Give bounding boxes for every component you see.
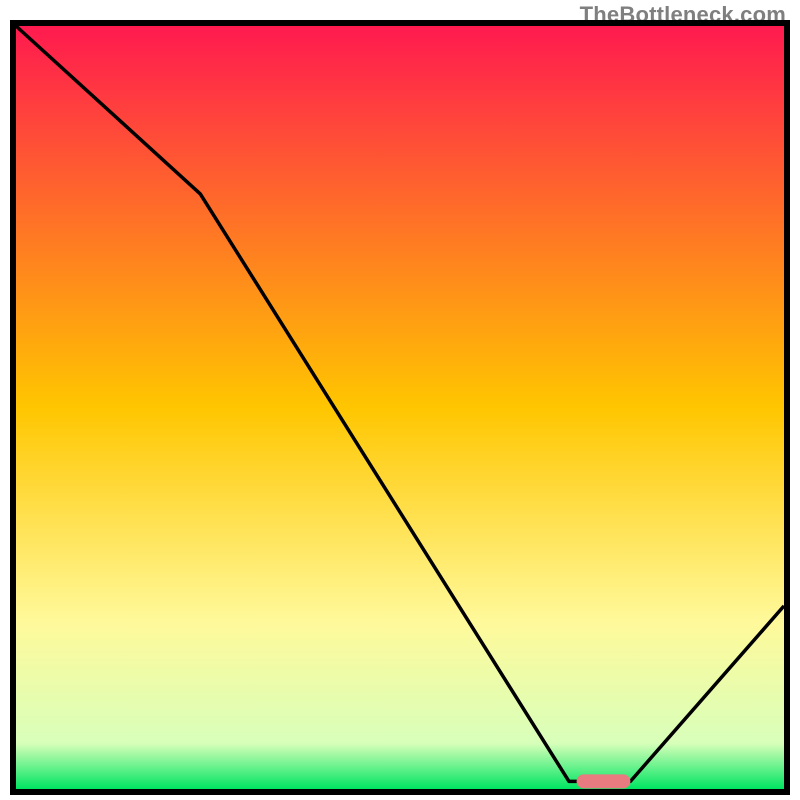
optimal-range-marker (577, 774, 631, 788)
chart-container: TheBottleneck.com (0, 0, 800, 800)
bottleneck-chart (10, 20, 790, 795)
gradient-background (16, 26, 784, 789)
plot-area (16, 26, 784, 789)
